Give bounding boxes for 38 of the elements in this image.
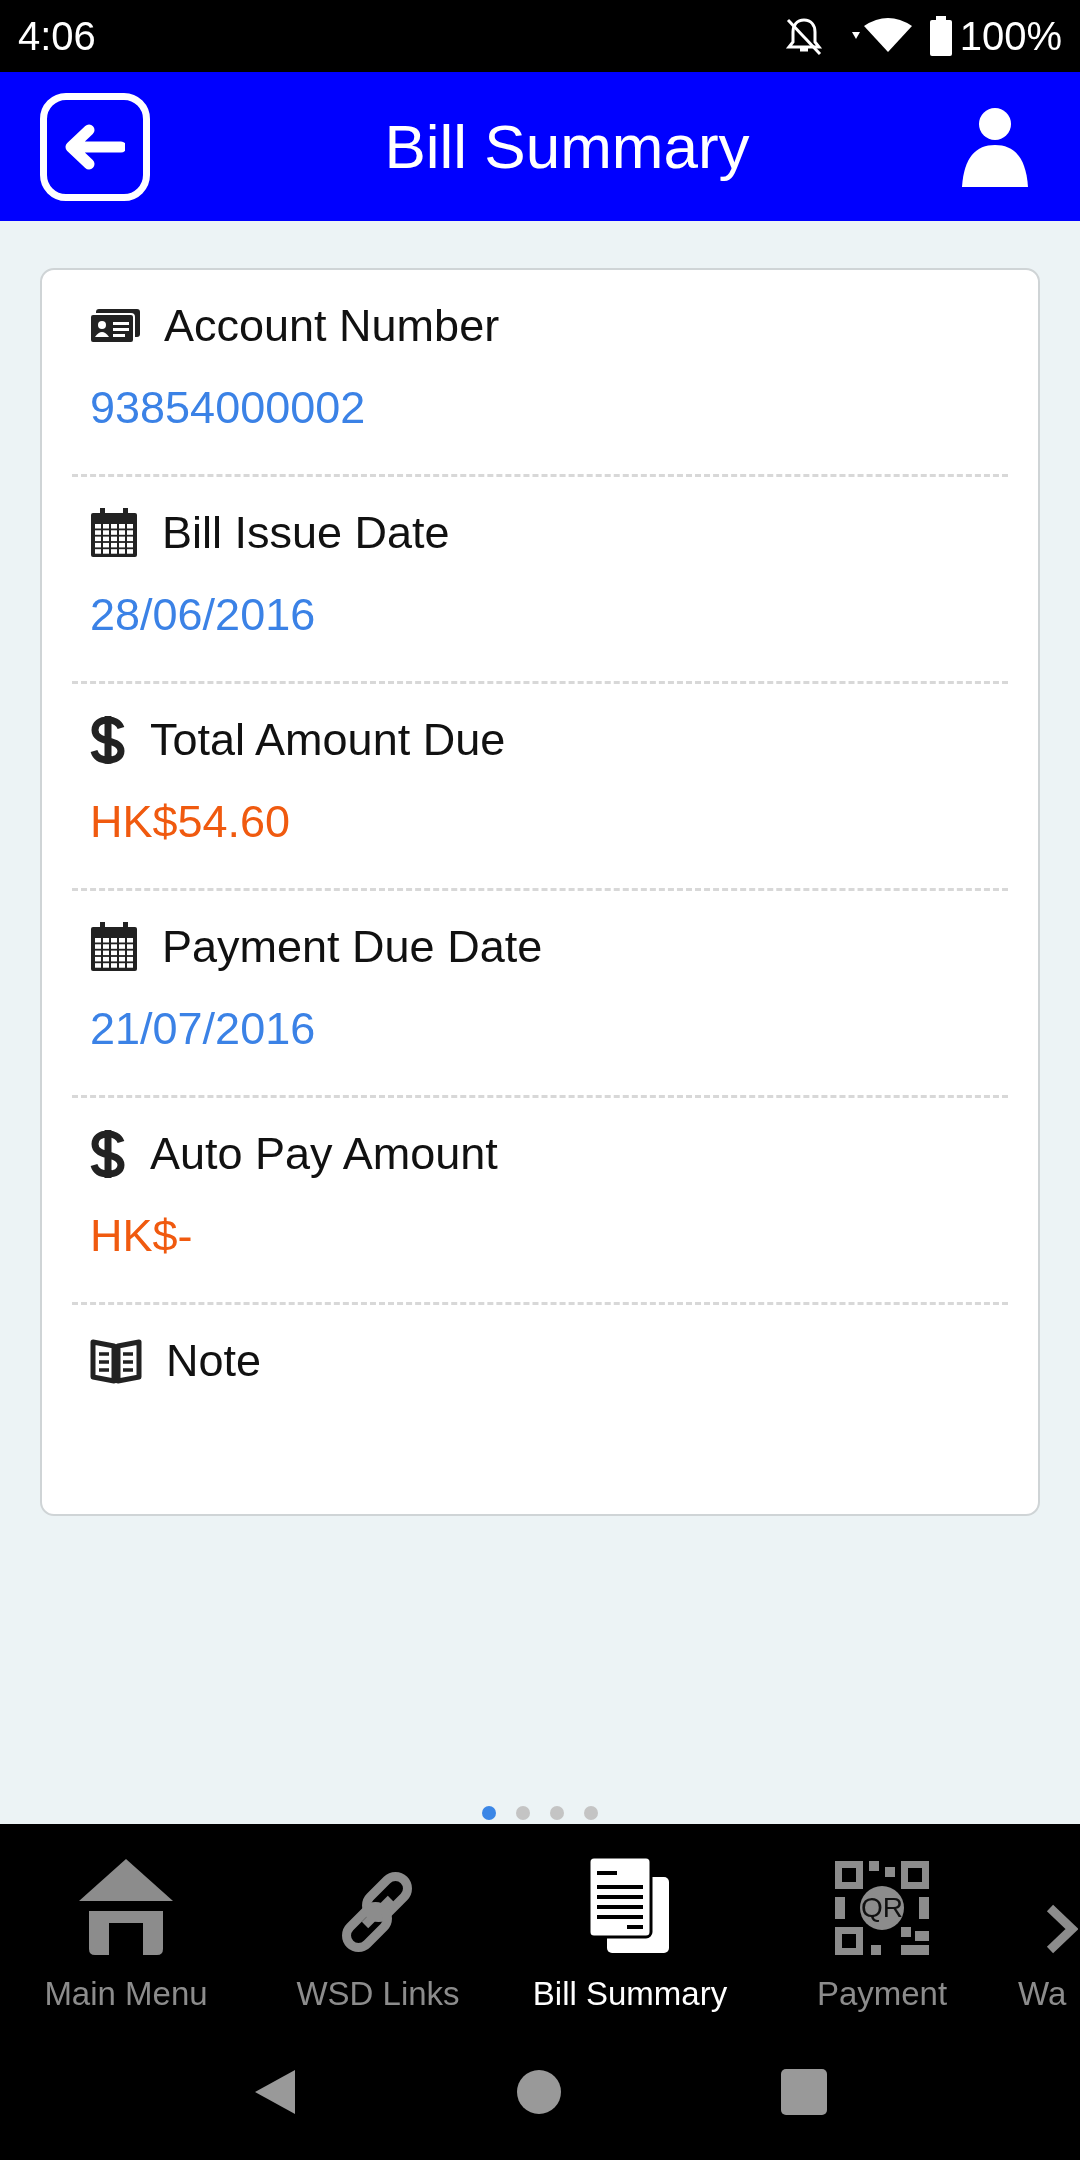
back-nav-icon[interactable] (253, 2068, 297, 2116)
field-value: 93854000002 (89, 381, 367, 435)
documents-icon (589, 1856, 671, 1955)
field-label: Total Amount Due (150, 713, 506, 768)
house-icon (77, 1856, 175, 1955)
nav-tab[interactable]: WSD Links (252, 1824, 504, 2024)
field-value: 21/07/2016 (89, 1002, 317, 1056)
left-arrow-icon (65, 123, 125, 170)
field-label: Bill Issue Date (162, 506, 450, 561)
calendar-icon (90, 508, 138, 558)
field-label: Payment Due Date (162, 920, 543, 975)
nav-tab[interactable]: QR Payment (756, 1824, 1008, 2024)
field-label: Note (166, 1334, 262, 1389)
back-button[interactable] (40, 92, 150, 201)
page-title: Bill Summary (383, 111, 751, 183)
book-icon (90, 1338, 142, 1384)
home-nav-icon[interactable] (517, 2070, 561, 2114)
field-label: Account Number (164, 299, 500, 354)
field-value: HK$54.60 (89, 795, 292, 849)
dollar-icon (90, 714, 126, 766)
calendar-icon (90, 922, 138, 972)
bell-off-icon (783, 16, 824, 56)
qr-label: QR (861, 1893, 903, 1922)
field-value: HK$- (89, 1209, 194, 1263)
id-card-icon (90, 309, 140, 343)
qr-code-icon (835, 1860, 929, 1955)
battery-percent: 100% (959, 13, 1062, 60)
dollar-icon (90, 1128, 126, 1180)
field-value: 28/06/2016 (89, 588, 317, 642)
chevron-right-icon[interactable] (1044, 1904, 1078, 1954)
profile-button[interactable] (962, 106, 1028, 187)
field-label: Auto Pay Amount (150, 1127, 498, 1182)
nav-tab[interactable]: Bill Summary (504, 1824, 756, 2024)
status-time: 4:06 (18, 13, 96, 60)
nav-tab[interactable]: Wa (1018, 1968, 1080, 2018)
person-icon (962, 106, 1028, 187)
battery-icon (929, 16, 952, 56)
nav-tab[interactable]: Main Menu (0, 1824, 252, 2024)
